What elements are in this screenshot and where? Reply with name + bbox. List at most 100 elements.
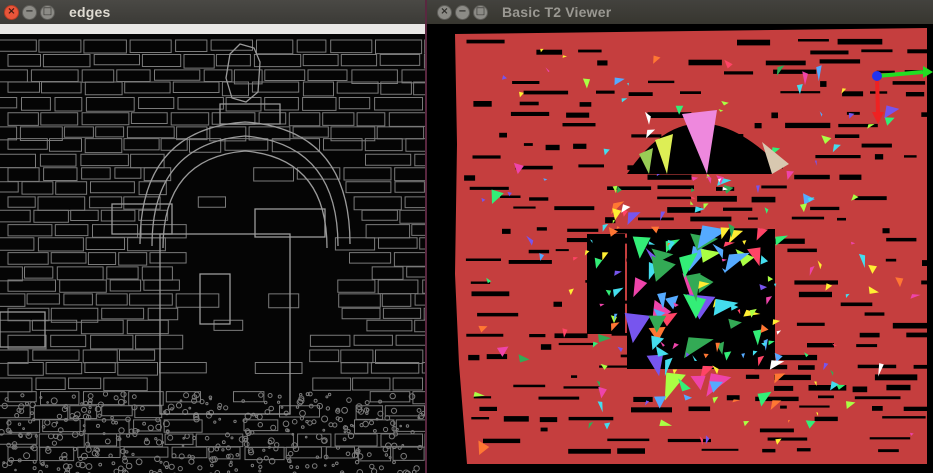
mesh-hole [529, 334, 546, 338]
mesh-hole [477, 312, 519, 317]
edge-speck [125, 450, 129, 454]
edge-speck [111, 420, 116, 425]
edge-speck [14, 468, 17, 472]
edge-line [334, 433, 378, 447]
edge-speck [125, 462, 133, 470]
edge-line [375, 39, 423, 55]
edge-speck [96, 423, 100, 428]
mesh-hole [470, 281, 491, 284]
edge-speck [397, 445, 402, 450]
edge-speck [301, 425, 305, 429]
mesh-hole [814, 416, 838, 422]
edge-speck [104, 438, 111, 445]
mesh-hole [886, 237, 917, 242]
edge-line [7, 362, 44, 376]
mesh-viewport[interactable] [427, 24, 933, 473]
close-icon[interactable]: × [4, 4, 19, 20]
edge-line [376, 126, 425, 140]
mesh-hole [791, 216, 825, 220]
edge-speck [221, 440, 226, 445]
edge-line [30, 69, 79, 82]
mesh-hole [861, 143, 892, 148]
mesh-hole [503, 416, 529, 422]
edge-line [406, 266, 425, 278]
edge-line [95, 126, 125, 138]
edge-speck [345, 451, 351, 457]
edge-speck [181, 444, 185, 448]
mesh-hole [771, 112, 778, 119]
mesh-hole [529, 197, 549, 201]
mesh-hole [471, 417, 490, 420]
edge-speck [23, 452, 31, 460]
edge-line [123, 446, 169, 458]
mesh-hole [540, 344, 552, 350]
edge-speck [369, 420, 374, 426]
minimize-icon[interactable]: − [455, 4, 470, 20]
window-controls: × − □ [437, 4, 488, 20]
edge-line [0, 97, 18, 109]
edge-line [70, 209, 99, 221]
edge-line [0, 126, 18, 141]
edge-line [55, 181, 88, 195]
edge-line [215, 54, 251, 67]
edge-speck [327, 392, 332, 397]
edge-speck [113, 468, 120, 473]
edge-speck [71, 394, 76, 399]
edge-line [302, 81, 334, 97]
edge-line [119, 349, 156, 361]
edge-line [143, 279, 180, 291]
edge-speck [229, 460, 233, 464]
edge-speck [391, 442, 398, 449]
t2-titlebar[interactable]: × − □ Basic T2 Viewer [427, 0, 933, 24]
edge-speck [268, 405, 275, 412]
mesh-hole [631, 407, 672, 413]
mesh-hole [479, 406, 497, 411]
edge-line [330, 39, 373, 54]
edge-speck [30, 411, 34, 416]
edge-line [82, 349, 118, 364]
edge-line [394, 167, 425, 182]
window-title: Basic T2 Viewer [502, 4, 612, 20]
edge-speck [110, 415, 114, 420]
edge-line [41, 81, 82, 94]
edge-speck [311, 419, 317, 425]
edge-line [353, 334, 393, 346]
edge-speck [165, 465, 169, 470]
mesh-hole [573, 143, 587, 149]
maximize-icon[interactable]: □ [40, 4, 55, 20]
edge-line [33, 209, 69, 223]
edge-line [141, 54, 182, 67]
edge-line [63, 126, 94, 138]
edge-speck [28, 419, 33, 424]
mesh-hole [905, 92, 925, 97]
minimize-icon[interactable]: − [22, 4, 37, 20]
edge-speck [140, 406, 145, 411]
edge-speck [364, 400, 370, 406]
mesh-hole [568, 448, 611, 454]
mesh-hole [597, 60, 608, 66]
edge-speck [223, 405, 229, 411]
edge-line [123, 138, 160, 151]
edge-speck [233, 419, 237, 424]
mesh-hole [852, 386, 868, 393]
edge-speck [315, 455, 320, 459]
edge-line [0, 237, 35, 251]
edges-titlebar[interactable]: × − □ edges [0, 0, 425, 24]
maximize-icon[interactable]: □ [473, 4, 488, 20]
edge-line [353, 196, 402, 211]
edge-speck [299, 410, 306, 417]
edge-line [414, 153, 425, 167]
edge-speck [288, 451, 294, 457]
edge-line [114, 167, 142, 179]
edge-line [129, 293, 173, 306]
edge-line [7, 54, 41, 67]
mesh-hole [562, 123, 596, 127]
close-icon[interactable]: × [437, 4, 452, 20]
edge-speck [183, 392, 190, 399]
edge-speck [167, 434, 174, 441]
edge-speck [323, 464, 327, 467]
edge-speck [342, 437, 347, 442]
edge-line [172, 81, 220, 93]
edge-speck [85, 463, 93, 470]
edge-speck [282, 420, 290, 428]
